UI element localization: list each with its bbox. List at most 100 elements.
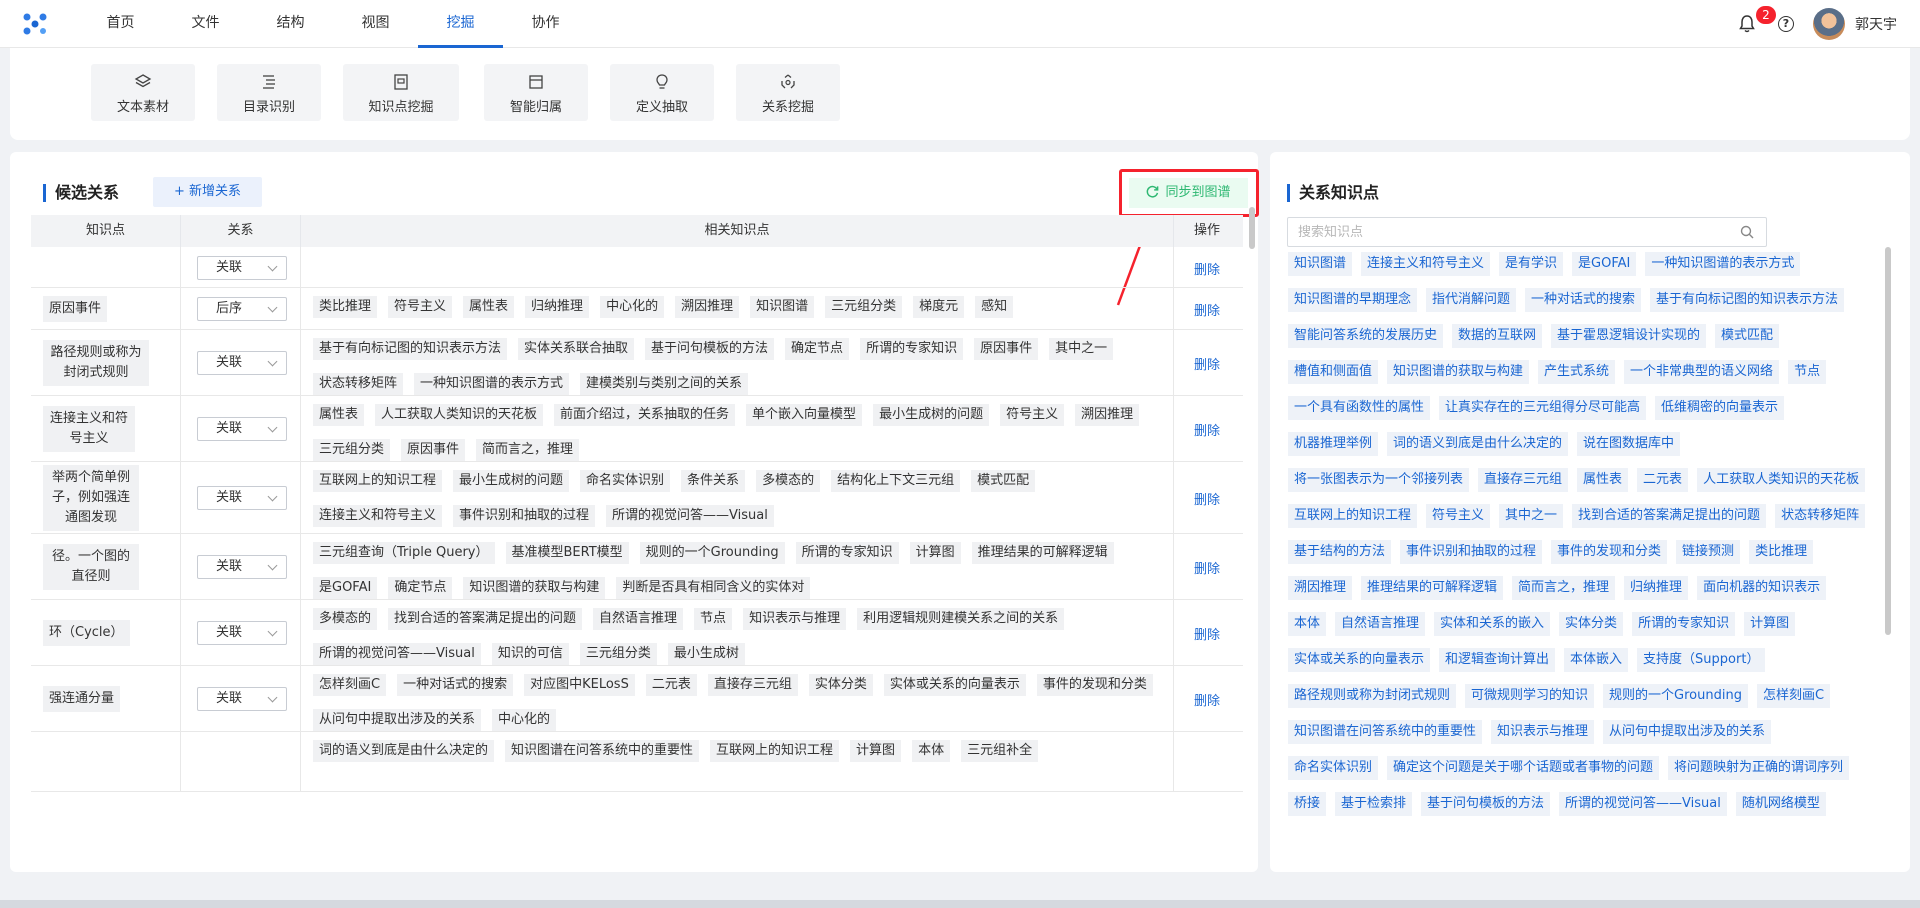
related-point-tag[interactable]: 知识图谱 bbox=[750, 296, 815, 318]
related-point-tag[interactable]: 梯度元 bbox=[913, 296, 965, 318]
related-point-tag[interactable]: 结构化上下文三元组 bbox=[831, 470, 961, 492]
related-point-tag[interactable]: 多模态的 bbox=[313, 608, 378, 630]
knowledge-point-tag[interactable]: 随机网络模型 bbox=[1735, 792, 1826, 816]
knowledge-point-tag[interactable]: 事件的发现和分类 bbox=[1551, 540, 1668, 564]
related-point-tag[interactable]: 属性表 bbox=[313, 404, 365, 426]
tool-definition-extraction[interactable]: 定义抽取 bbox=[610, 64, 714, 121]
knowledge-point-tag[interactable]: 其中之一 bbox=[1499, 504, 1564, 528]
related-point-tag[interactable]: 所谓的视觉问答——Visual bbox=[313, 643, 481, 665]
sync-to-graph-button[interactable]: 同步到图谱 bbox=[1129, 178, 1248, 208]
related-point-tag[interactable]: 前面介绍过，关系抽取的任务 bbox=[554, 404, 736, 426]
relation-select[interactable]: 关联 bbox=[197, 555, 287, 579]
related-point-tag[interactable]: 确定节点 bbox=[388, 577, 453, 599]
knowledge-point-tag[interactable]: 归纳推理 bbox=[1624, 576, 1689, 600]
knowledge-point-tag[interactable]: 知识图谱的早期理念 bbox=[1288, 288, 1418, 312]
related-point-tag[interactable]: 单个嵌入向量模型 bbox=[746, 404, 863, 426]
knowledge-point-tag[interactable]: 基于结构的方法 bbox=[1288, 540, 1392, 564]
knowledge-point-tag[interactable]: 基于检索排 bbox=[1335, 792, 1413, 816]
knowledge-point-tag[interactable]: 链接预测 bbox=[1676, 540, 1741, 564]
related-point-tag[interactable]: 模式匹配 bbox=[971, 470, 1036, 492]
knowledge-point-tag[interactable]: 一个具有函数性的属性 bbox=[1288, 396, 1431, 420]
related-point-tag[interactable]: 最小生成树的问题 bbox=[873, 404, 990, 426]
knowledge-point-tag[interactable]: 规则的一个Grounding bbox=[1603, 684, 1748, 708]
knowledge-point-tag[interactable]: 本体嵌入 bbox=[1564, 648, 1629, 672]
related-point-tag[interactable]: 实体分类 bbox=[808, 674, 873, 696]
related-point-tag[interactable]: 符号主义 bbox=[388, 296, 453, 318]
related-point-tag[interactable]: 最小生成树的问题 bbox=[453, 470, 570, 492]
knowledge-point-tag[interactable]: 产生式系统 bbox=[1538, 360, 1616, 384]
related-point-tag[interactable]: 基于问句模板的方法 bbox=[645, 338, 775, 360]
related-point-tag[interactable]: 人工获取人类知识的天花板 bbox=[375, 404, 544, 426]
related-point-tag[interactable]: 实体或关系的向量表示 bbox=[883, 674, 1026, 696]
bell-icon[interactable] bbox=[1739, 15, 1755, 33]
knowledge-point-tag[interactable]: 溯因推理 bbox=[1288, 576, 1353, 600]
nav-view[interactable]: 视图 bbox=[333, 0, 418, 48]
related-point-tag[interactable]: 确定节点 bbox=[785, 338, 850, 360]
related-point-tag[interactable]: 感知 bbox=[975, 296, 1014, 318]
related-point-tag[interactable]: 词的语义到底是由什么决定的 bbox=[313, 740, 495, 762]
knowledge-point-tag[interactable]: 机器推理举例 bbox=[1288, 432, 1379, 456]
related-point-tag[interactable]: 互联网上的知识工程 bbox=[313, 470, 443, 492]
knowledge-point-tag[interactable]: 面向机器的知识表示 bbox=[1697, 576, 1827, 600]
related-point-tag[interactable]: 找到合适的答案满足提出的问题 bbox=[388, 608, 583, 630]
knowledge-point-tag[interactable]: 命名实体识别 bbox=[1288, 756, 1379, 780]
related-point-tag[interactable]: 互联网上的知识工程 bbox=[710, 740, 840, 762]
related-point-tag[interactable]: 最小生成树 bbox=[667, 643, 745, 665]
related-point-tag[interactable]: 所谓的专家知识 bbox=[860, 338, 964, 360]
knowledge-point-tag[interactable]: 所谓的专家知识 bbox=[1632, 612, 1736, 636]
related-point-tag[interactable]: 建模类别与类别之间的关系 bbox=[580, 373, 749, 395]
related-point-tag[interactable]: 属性表 bbox=[463, 296, 515, 318]
knowledge-point-tag[interactable]: 直接存三元组 bbox=[1478, 468, 1569, 492]
knowledge-point-tag[interactable]: 桥接 bbox=[1288, 792, 1327, 816]
delete-link[interactable]: 删除 bbox=[1174, 624, 1240, 643]
relation-select[interactable]: 关联 bbox=[197, 351, 287, 375]
knowledge-point-tag[interactable]: 数据的互联网 bbox=[1452, 324, 1543, 348]
related-point-tag[interactable]: 所谓的视觉问答——Visual bbox=[606, 505, 774, 527]
tool-smart-attribution[interactable]: 智能归属 bbox=[484, 64, 588, 121]
relation-select[interactable]: 关联 bbox=[197, 417, 287, 441]
related-point-tag[interactable]: 简而言之，推理 bbox=[476, 439, 580, 461]
related-point-tag[interactable]: 规则的一个Grounding bbox=[639, 542, 785, 564]
nav-mining[interactable]: 挖掘 bbox=[418, 0, 503, 48]
related-point-tag[interactable]: 一种知识图谱的表示方式 bbox=[414, 373, 570, 395]
relation-select[interactable]: 关联 bbox=[197, 687, 287, 711]
tool-relation-mining[interactable]: 关系挖掘 bbox=[736, 64, 840, 121]
related-point-tag[interactable]: 从问句中提取出涉及的关系 bbox=[313, 709, 482, 731]
related-point-tag[interactable]: 计算图 bbox=[909, 542, 961, 564]
knowledge-point-tag[interactable]: 指代消解问题 bbox=[1426, 288, 1517, 312]
related-point-tag[interactable]: 是GOFAI bbox=[313, 577, 378, 599]
tool-knowledge-point-mining[interactable]: 知识点挖掘 bbox=[343, 64, 459, 121]
related-point-tag[interactable]: 三元组补全 bbox=[961, 740, 1039, 762]
knowledge-point-tag[interactable]: 符号主义 bbox=[1426, 504, 1491, 528]
related-point-tag[interactable]: 基准模型BERT模型 bbox=[505, 542, 629, 564]
knowledge-point-tag[interactable]: 可微规则学习的知识 bbox=[1465, 684, 1595, 708]
related-point-tag[interactable]: 命名实体识别 bbox=[580, 470, 671, 492]
knowledge-point-tag[interactable]: 状态转移矩阵 bbox=[1775, 504, 1866, 528]
related-point-tag[interactable]: 节点 bbox=[694, 608, 733, 630]
table-scrollbar[interactable] bbox=[1249, 207, 1255, 857]
knowledge-point-tag[interactable]: 实体分类 bbox=[1559, 612, 1624, 636]
knowledge-point-tag[interactable]: 基于问句模板的方法 bbox=[1421, 792, 1551, 816]
knowledge-point-tag[interactable]: 从问句中提取出涉及的关系 bbox=[1603, 720, 1772, 744]
related-point-tag[interactable]: 判断是否具有相同含义的实体对 bbox=[616, 577, 811, 599]
knowledge-point-tag[interactable]: 确定这个问题是关于哪个话题或者事物的问题 bbox=[1387, 756, 1660, 780]
knowledge-point-tag[interactable]: 一种对话式的搜索 bbox=[1525, 288, 1642, 312]
delete-link[interactable]: 删除 bbox=[1174, 259, 1240, 278]
knowledge-point-tag[interactable]: 所谓的视觉问答——Visual bbox=[1559, 792, 1727, 816]
knowledge-point-tag[interactable]: 计算图 bbox=[1744, 612, 1796, 636]
related-point-tag[interactable]: 知识图谱在问答系统中的重要性 bbox=[505, 740, 700, 762]
knowledge-point-tag[interactable]: 连接主义和符号主义 bbox=[1361, 252, 1491, 276]
knowledge-point-tag[interactable]: 将问题映射为正确的谓词序列 bbox=[1668, 756, 1850, 780]
knowledge-point-tag[interactable]: 知识图谱的获取与构建 bbox=[1387, 360, 1530, 384]
related-point-tag[interactable]: 对应图中KELosS bbox=[524, 674, 635, 696]
related-point-tag[interactable]: 原因事件 bbox=[401, 439, 466, 461]
relation-select[interactable]: 后序 bbox=[197, 297, 287, 321]
nav-collaborate[interactable]: 协作 bbox=[503, 0, 588, 48]
knowledge-point-tag[interactable]: 知识图谱 bbox=[1288, 252, 1353, 276]
knowledge-point-tag[interactable]: 是有学识 bbox=[1499, 252, 1564, 276]
knowledge-point-tag[interactable]: 模式匹配 bbox=[1715, 324, 1780, 348]
related-point-tag[interactable]: 计算图 bbox=[850, 740, 902, 762]
knowledge-point-tag[interactable]: 找到合适的答案满足提出的问题 bbox=[1572, 504, 1767, 528]
knowledge-point-tag[interactable]: 和逻辑查询计算出 bbox=[1439, 648, 1556, 672]
knowledge-point-tag[interactable]: 属性表 bbox=[1577, 468, 1629, 492]
